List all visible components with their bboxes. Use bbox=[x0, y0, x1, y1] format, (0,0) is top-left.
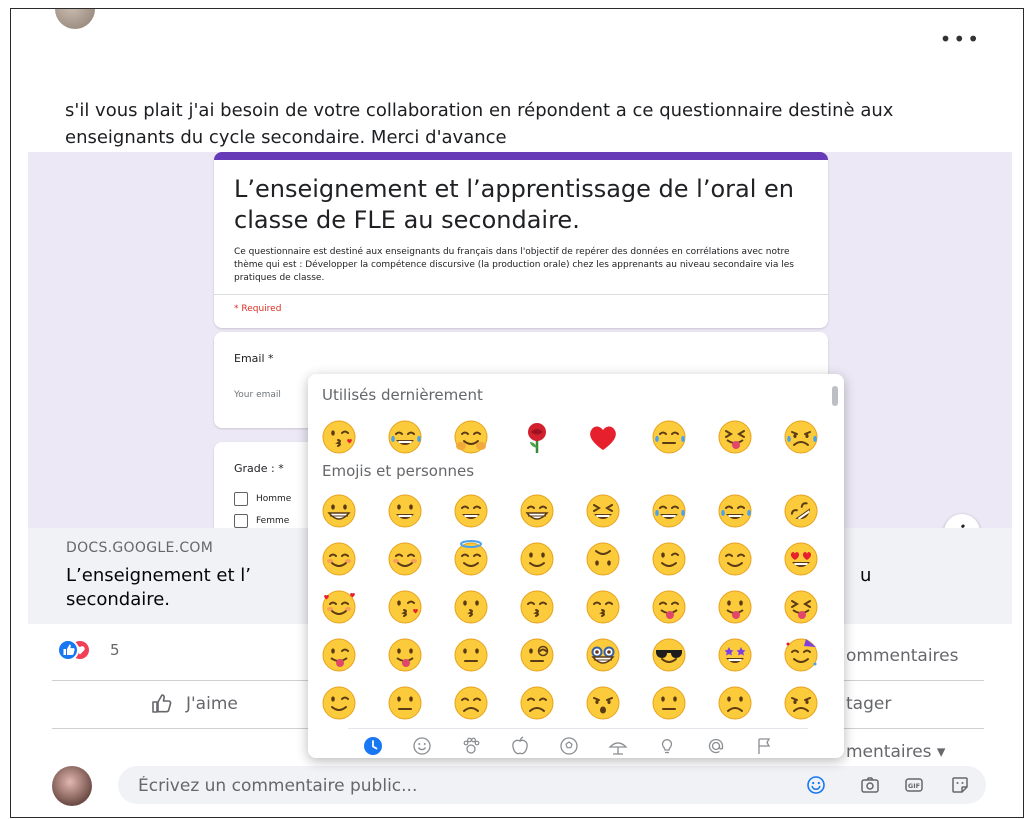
heart-icon[interactable] bbox=[584, 418, 622, 456]
form-email-label: Email * bbox=[234, 352, 274, 365]
form-header-card: L’enseignement et l’apprentissage de l’o… bbox=[214, 152, 828, 328]
form-grade-label: Grade : * bbox=[234, 462, 284, 475]
emoji-category-tabs bbox=[348, 728, 808, 758]
wink-face-icon[interactable] bbox=[650, 540, 688, 578]
form-grade-option: Femme bbox=[234, 514, 289, 528]
picker-scrollbar[interactable] bbox=[832, 386, 838, 406]
recent-section-label: Utilisés dernièrement bbox=[322, 386, 483, 404]
form-divider bbox=[214, 294, 828, 295]
comment-input[interactable] bbox=[136, 766, 760, 806]
pensive-face-icon[interactable] bbox=[518, 684, 556, 722]
slight-frown-face-icon[interactable] bbox=[716, 684, 754, 722]
joy-face-icon[interactable] bbox=[386, 418, 424, 456]
rose-icon[interactable] bbox=[518, 418, 556, 456]
comment-filter-dropdown[interactable]: mentaires ▾ bbox=[846, 742, 945, 762]
nerd-face-icon[interactable] bbox=[584, 636, 622, 674]
form-required-note: * Required bbox=[234, 304, 282, 314]
zany-face-icon[interactable] bbox=[320, 636, 358, 674]
emoji-smiley-icon[interactable] bbox=[806, 775, 826, 795]
disappointed-face-icon[interactable] bbox=[452, 684, 490, 722]
tab-travel-icon[interactable] bbox=[607, 735, 629, 757]
camera-icon[interactable] bbox=[860, 775, 880, 795]
reactions-summary[interactable]: 5 bbox=[56, 638, 120, 662]
joy-face-icon[interactable] bbox=[716, 492, 754, 530]
tab-food-icon[interactable] bbox=[509, 735, 531, 757]
partying-face-icon[interactable] bbox=[782, 636, 820, 674]
tab-symbols-icon[interactable] bbox=[705, 735, 727, 757]
relaxed-face-icon[interactable] bbox=[320, 540, 358, 578]
comments-count-link[interactable]: ommentaires bbox=[846, 646, 959, 666]
yum-face-icon[interactable] bbox=[650, 588, 688, 626]
form-grade-option: Homme bbox=[234, 492, 291, 506]
hugging-face-icon[interactable] bbox=[452, 418, 490, 456]
squint-tongue-face-icon[interactable] bbox=[782, 588, 820, 626]
checkbox-icon bbox=[234, 492, 248, 506]
smirk-face-icon[interactable] bbox=[320, 684, 358, 722]
squint-tongue-face-icon[interactable] bbox=[716, 418, 754, 456]
post-text: s'il vous plait j'ai besoin de votre col… bbox=[65, 100, 894, 148]
monocle-face-icon[interactable] bbox=[518, 636, 556, 674]
reaction-icons bbox=[57, 639, 91, 661]
reaction-count: 5 bbox=[110, 641, 120, 659]
tab-activities-icon[interactable] bbox=[558, 735, 580, 757]
gif-icon[interactable]: GIF bbox=[904, 775, 924, 795]
slight-smile-face-icon[interactable] bbox=[518, 540, 556, 578]
like-label: J'aime bbox=[186, 694, 238, 714]
frowning-face-icon[interactable] bbox=[782, 684, 820, 722]
rofl-face-icon[interactable] bbox=[782, 492, 820, 530]
crying-face-icon[interactable] bbox=[782, 418, 820, 456]
upside-down-face-icon[interactable] bbox=[584, 540, 622, 578]
link-domain: DOCS.GOOGLE.COM bbox=[66, 540, 214, 556]
form-email-placeholder: Your email bbox=[234, 390, 281, 400]
tab-flags-icon[interactable] bbox=[754, 735, 776, 757]
raised-eyebrow-face-icon[interactable] bbox=[452, 636, 490, 674]
sticker-icon[interactable] bbox=[950, 775, 970, 795]
kissing-smile-face-icon[interactable] bbox=[518, 588, 556, 626]
sleepy-face-icon[interactable] bbox=[650, 418, 688, 456]
laughing-face-icon[interactable] bbox=[584, 492, 622, 530]
tab-smileys-icon[interactable] bbox=[411, 735, 433, 757]
kissing-heart-face-icon[interactable] bbox=[320, 418, 358, 456]
unamused-face-icon[interactable] bbox=[386, 684, 424, 722]
like-button[interactable]: J'aime bbox=[150, 692, 238, 716]
grinning-face-icon[interactable] bbox=[320, 492, 358, 530]
blush-face-icon[interactable] bbox=[386, 540, 424, 578]
checkbox-icon bbox=[234, 514, 248, 528]
confused-face-icon[interactable] bbox=[650, 684, 688, 722]
relieved-face-icon[interactable] bbox=[716, 540, 754, 578]
tongue-face-icon[interactable] bbox=[716, 588, 754, 626]
form-description: Ce questionnaire est destiné aux enseign… bbox=[234, 247, 794, 283]
innocent-face-icon[interactable] bbox=[452, 540, 490, 578]
thumbs-up-icon bbox=[152, 694, 172, 713]
smile-face-icon[interactable] bbox=[452, 492, 490, 530]
star-struck-face-icon[interactable] bbox=[716, 636, 754, 674]
comment-composer: GIF bbox=[118, 766, 986, 806]
worried-face-icon[interactable] bbox=[584, 684, 622, 722]
kissing-heart-face-icon[interactable] bbox=[386, 588, 424, 626]
kissing-closed-eyes-face-icon[interactable] bbox=[584, 588, 622, 626]
tab-objects-icon[interactable] bbox=[656, 735, 678, 757]
grin-face-icon[interactable] bbox=[518, 492, 556, 530]
smiling-hearts-face-icon[interactable] bbox=[320, 588, 358, 626]
goofy-face-icon[interactable] bbox=[386, 636, 424, 674]
form-title: L’enseignement et l’apprentissage de l’o… bbox=[234, 175, 794, 234]
tab-recent-clock-icon[interactable] bbox=[362, 735, 384, 757]
more-options-button[interactable]: ••• bbox=[940, 27, 981, 51]
author-avatar[interactable] bbox=[55, 9, 95, 29]
tab-animals-nature-icon[interactable] bbox=[460, 735, 482, 757]
current-user-avatar[interactable] bbox=[52, 766, 92, 806]
svg-text:GIF: GIF bbox=[908, 782, 920, 790]
sweat-smile-face-icon[interactable] bbox=[650, 492, 688, 530]
share-button[interactable]: tager bbox=[846, 694, 891, 714]
kissing-face-icon[interactable] bbox=[452, 588, 490, 626]
smiley-face-icon[interactable] bbox=[386, 492, 424, 530]
people-section-label: Emojis et personnes bbox=[322, 462, 475, 480]
emoji-picker: Utilisés dernièrement Emojis et personne… bbox=[308, 374, 844, 758]
heart-eyes-face-icon[interactable] bbox=[782, 540, 820, 578]
sunglasses-face-icon[interactable] bbox=[650, 636, 688, 674]
